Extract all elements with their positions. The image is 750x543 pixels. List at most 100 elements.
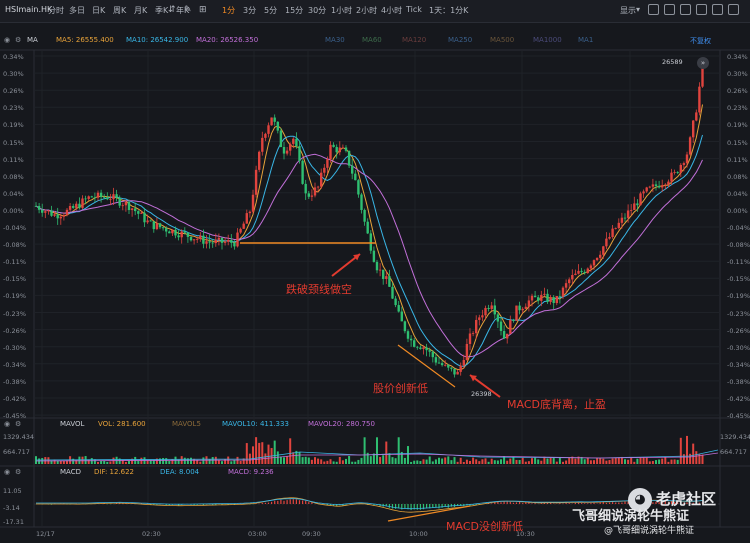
eye-icon[interactable]: ◉ — [4, 420, 10, 428]
volume-bar — [283, 457, 285, 464]
candle-body — [313, 187, 317, 196]
candle-body — [301, 160, 304, 184]
candle-body — [487, 307, 490, 309]
volume-bar — [546, 458, 549, 464]
vol-indicator-name[interactable]: MAVOL — [60, 420, 84, 428]
volume-bar — [394, 458, 397, 464]
volume-bar — [521, 457, 524, 464]
volume-bar — [152, 460, 155, 464]
volume-bar — [614, 458, 617, 464]
candle-body — [53, 214, 56, 216]
candle-body — [688, 137, 692, 155]
volume-bar — [183, 457, 186, 464]
volume-bar — [648, 461, 651, 464]
candle-body — [208, 241, 211, 243]
candle-body — [41, 209, 44, 213]
candle-body — [685, 154, 689, 164]
candle-body — [484, 307, 487, 316]
volume-bar — [686, 435, 688, 464]
macd-bar — [271, 501, 273, 504]
settings-icon[interactable]: ⚙ — [15, 420, 21, 428]
macd-indicator-name[interactable]: MACD — [60, 468, 81, 476]
macd-bar — [438, 504, 440, 509]
volume-bar — [245, 443, 248, 464]
time-label: 10:00 — [409, 530, 428, 538]
candle-body — [270, 117, 273, 126]
candle-body — [316, 186, 320, 188]
candle-body — [84, 198, 87, 200]
volume-bar — [667, 461, 670, 464]
volume-bar — [317, 458, 320, 464]
candle-body — [385, 276, 388, 279]
volume-bar — [586, 457, 589, 464]
candle-body — [258, 151, 261, 170]
candle-body — [363, 209, 366, 222]
price-tick-label: -0.11% — [3, 258, 26, 267]
volume-bar — [62, 460, 65, 464]
candle-body — [115, 194, 118, 198]
price-tick-label: -0.34% — [727, 360, 750, 369]
price-tick-label: -0.38% — [727, 377, 750, 386]
volume-bar — [555, 461, 558, 464]
candle-body — [230, 240, 233, 243]
candle-body — [403, 321, 407, 332]
candle-body — [130, 208, 134, 210]
candle-body — [37, 206, 41, 210]
volume-bar — [301, 457, 304, 464]
volume-bar — [273, 440, 276, 464]
volume-bar — [261, 442, 264, 464]
candle-body — [521, 308, 524, 311]
macd-value: MACD: 9.236 — [228, 468, 274, 476]
volume-bar — [673, 459, 676, 464]
candle-body — [568, 279, 571, 284]
price-tick-label: -0.08% — [727, 241, 750, 250]
volume-bar — [403, 457, 406, 464]
candle-body — [676, 171, 679, 173]
time-label: 12/17 — [36, 530, 55, 538]
candle-body — [664, 184, 667, 186]
candle-body — [586, 268, 589, 273]
candle-body — [375, 261, 379, 271]
candle-body — [177, 235, 180, 238]
price-tick-label: -0.08% — [3, 241, 26, 250]
candle-body — [192, 239, 196, 241]
volume-bar — [537, 459, 540, 464]
candle-body — [583, 271, 586, 273]
candle-body — [261, 137, 264, 152]
candle-body — [450, 367, 453, 369]
price-tick-label: 0.04% — [3, 189, 24, 198]
volume-bar — [617, 457, 620, 464]
candle-body — [295, 138, 298, 147]
volume-bars — [35, 435, 719, 464]
annotation-break: 跌破颈线做空 — [286, 283, 352, 296]
volume-bar — [527, 461, 530, 464]
candle-body — [682, 163, 686, 165]
macd-bar — [267, 502, 270, 504]
volume-bar — [596, 457, 599, 464]
settings-icon[interactable]: ⚙ — [15, 468, 21, 476]
candle-body — [636, 203, 639, 206]
macd-bar — [534, 503, 536, 504]
candle-body — [251, 194, 255, 212]
candle-body — [366, 221, 369, 234]
volume-bar — [658, 459, 661, 464]
volume-bar — [341, 460, 344, 464]
candle-body — [509, 320, 512, 334]
macd-axis-top: 11.05 — [3, 487, 22, 495]
candle-body — [217, 237, 221, 240]
volume-bar — [416, 460, 419, 464]
candle-body — [276, 121, 279, 131]
candle-body — [254, 169, 258, 195]
candle-body — [654, 184, 658, 186]
price-tick-label: -0.45% — [727, 412, 750, 421]
price-tick-label: 0.34% — [3, 53, 24, 61]
macd-bar — [522, 503, 524, 504]
eye-icon[interactable]: ◉ — [4, 468, 10, 476]
volume-bar — [645, 457, 648, 464]
volume-bar — [465, 459, 468, 464]
candle-body — [602, 246, 605, 255]
macd-axis-mid: -3.14 — [3, 504, 20, 512]
macd-bar — [500, 502, 502, 504]
macd-bar — [289, 499, 291, 504]
scroll-latest-icon[interactable]: » — [697, 57, 709, 69]
